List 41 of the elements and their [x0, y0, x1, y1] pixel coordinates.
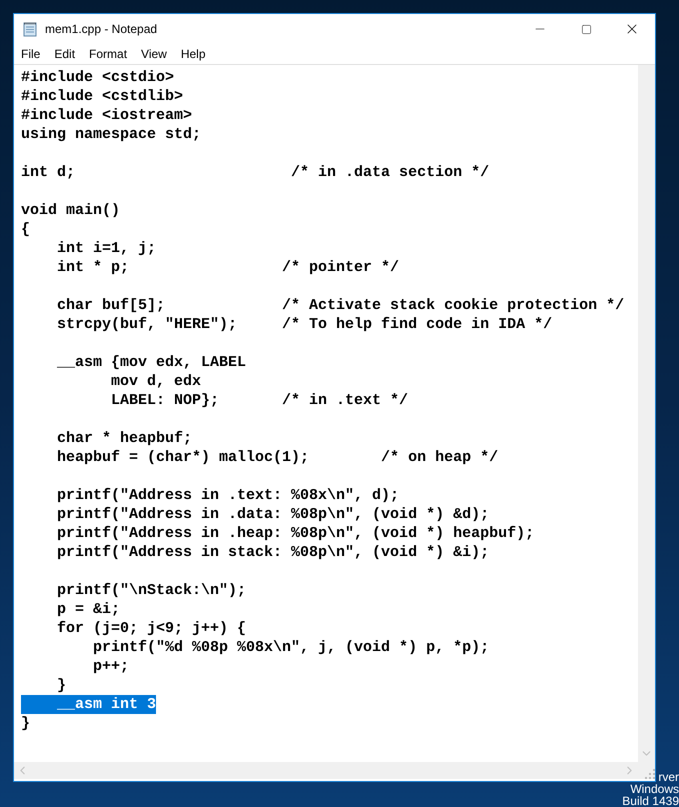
- menu-item[interactable]: Format: [88, 45, 128, 63]
- code-line: int * p; /* pointer */: [56, 258, 400, 277]
- menu-item[interactable]: View: [140, 45, 168, 63]
- code-line: heapbuf = (char*) malloc(1); /* on heap */: [56, 448, 498, 467]
- desktop-text: rver: [658, 771, 679, 783]
- code-line: {: [21, 220, 30, 239]
- code-line: printf("Address in .data: %08p\n", (void *) &d);: [56, 505, 490, 524]
- code-line: p++;: [92, 657, 130, 676]
- code-line: printf("Address in .text: %08x\n", d);: [56, 486, 400, 505]
- menu-item[interactable]: Help: [180, 45, 207, 63]
- code-line: mov d, edx: [110, 372, 202, 391]
- code-line: int d; /* in .data section */: [21, 163, 490, 182]
- code-line: #include <cstdlib>: [21, 87, 184, 106]
- code-line: }: [56, 676, 66, 695]
- size-grip-icon[interactable]: [645, 769, 655, 779]
- code-line: printf("\nStack:\n");: [56, 581, 246, 600]
- code-line: p = &i;: [56, 600, 120, 619]
- code-line: int i=1, j;: [56, 239, 156, 258]
- code-line: printf("Address in .heap: %08p\n", (void *) heapbuf);: [56, 524, 534, 543]
- code-line: printf("Address in stack: %08p\n", (void *) &i);: [56, 543, 490, 562]
- code-line: using namespace std;: [21, 125, 202, 144]
- code-line: char * heapbuf;: [56, 429, 192, 448]
- maximize-icon[interactable]: [580, 24, 592, 34]
- desktop-text: Windows: [630, 783, 679, 795]
- code-line: LABEL: NOP}; /* in .text */: [110, 391, 408, 410]
- code-line: char buf[5]; /* Activate stack cookie protection */: [56, 296, 624, 315]
- code-line: strcpy(buf, "HERE"); /* To help find code in IDA */: [56, 315, 552, 334]
- code-line: void main(): [21, 201, 120, 220]
- vertical-scrollbar[interactable]: [638, 65, 655, 762]
- code-line: #include <iostream>: [21, 106, 192, 125]
- horizontal-scrollbar[interactable]: [14, 762, 638, 779]
- menu-item[interactable]: File: [20, 45, 42, 63]
- desktop-text: Build 1439: [622, 795, 679, 807]
- code-line: printf("%d %08p %08x\n", j, (void *) p, *p);: [92, 638, 490, 657]
- menu-item[interactable]: Edit: [53, 45, 76, 63]
- code-line: #include <cstdio>: [21, 68, 174, 87]
- notepad-icon: [22, 21, 38, 37]
- code-line: __asm {mov edx, LABEL: [56, 353, 246, 372]
- window-title: mem1.cpp - Notepad: [45, 21, 158, 38]
- code-line: for (j=0; j<9; j++) {: [56, 619, 246, 638]
- code-line: }: [21, 714, 30, 733]
